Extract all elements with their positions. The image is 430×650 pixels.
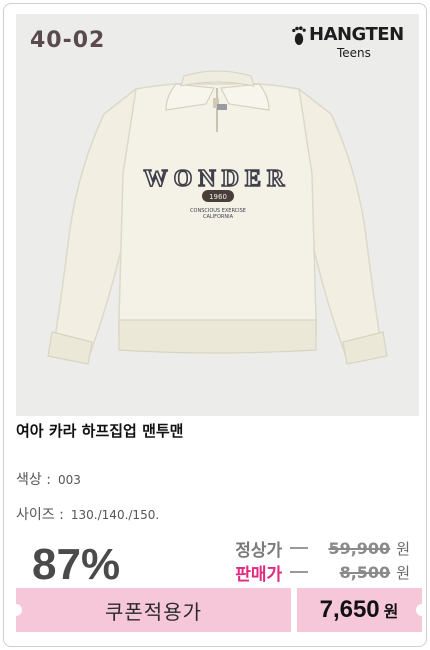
size-label: 사이즈 :: [16, 507, 64, 523]
size-spec: 사이즈 : 130./140./150.: [16, 504, 159, 524]
brand-name: HANGTEN: [309, 24, 404, 45]
sweatshirt-illustration: WONDER 1960 CONSCIOUS EXERCISE CALIFORNI…: [47, 70, 388, 365]
regular-price-currency: 원: [396, 539, 410, 558]
regular-price-label: 정상가: [235, 540, 283, 561]
graphic-location: CALIFORNIA: [203, 214, 234, 220]
size-value: 130./140./150.: [70, 508, 160, 522]
regular-price-row: 정상가 59,900 원: [235, 536, 410, 561]
color-label: 색상 :: [16, 472, 51, 488]
product-code-badge: 40-02: [30, 28, 106, 53]
product-card[interactable]: 40-02 HANGTEN Teens WONDER 1960 CONSCIOU…: [3, 3, 427, 647]
footprint-icon: [292, 26, 306, 45]
product-image[interactable]: 40-02 HANGTEN Teens WONDER 1960 CONSCIOU…: [16, 14, 419, 416]
strike-dash: [290, 547, 309, 549]
sale-price-label: 판매가: [235, 564, 283, 585]
color-value: 003: [58, 473, 81, 487]
discount-rate: 87%: [32, 540, 121, 589]
sale-price-currency: 원: [396, 563, 410, 582]
strike-dash: [290, 571, 309, 573]
color-spec: 색상 : 003: [16, 469, 81, 489]
coupon-price-bar[interactable]: 쿠폰적용가 7,650 원: [16, 588, 422, 632]
graphic-wonder-text: WONDER: [144, 166, 291, 192]
coupon-price-label: 쿠폰적용가: [105, 599, 202, 624]
coupon-price-value: 7,650 원: [296, 588, 422, 632]
regular-price-amount: 59,900: [328, 538, 391, 558]
coupon-price-currency: 원: [383, 602, 399, 621]
sale-price-row: 판매가 8,500 원: [235, 560, 410, 585]
coupon-price-amount: 7,650: [319, 596, 380, 623]
sale-price-amount: 8,500: [339, 562, 391, 582]
graphic-year: 1960: [209, 193, 227, 201]
product-title[interactable]: 여아 카라 하프집업 맨투맨: [16, 420, 183, 441]
